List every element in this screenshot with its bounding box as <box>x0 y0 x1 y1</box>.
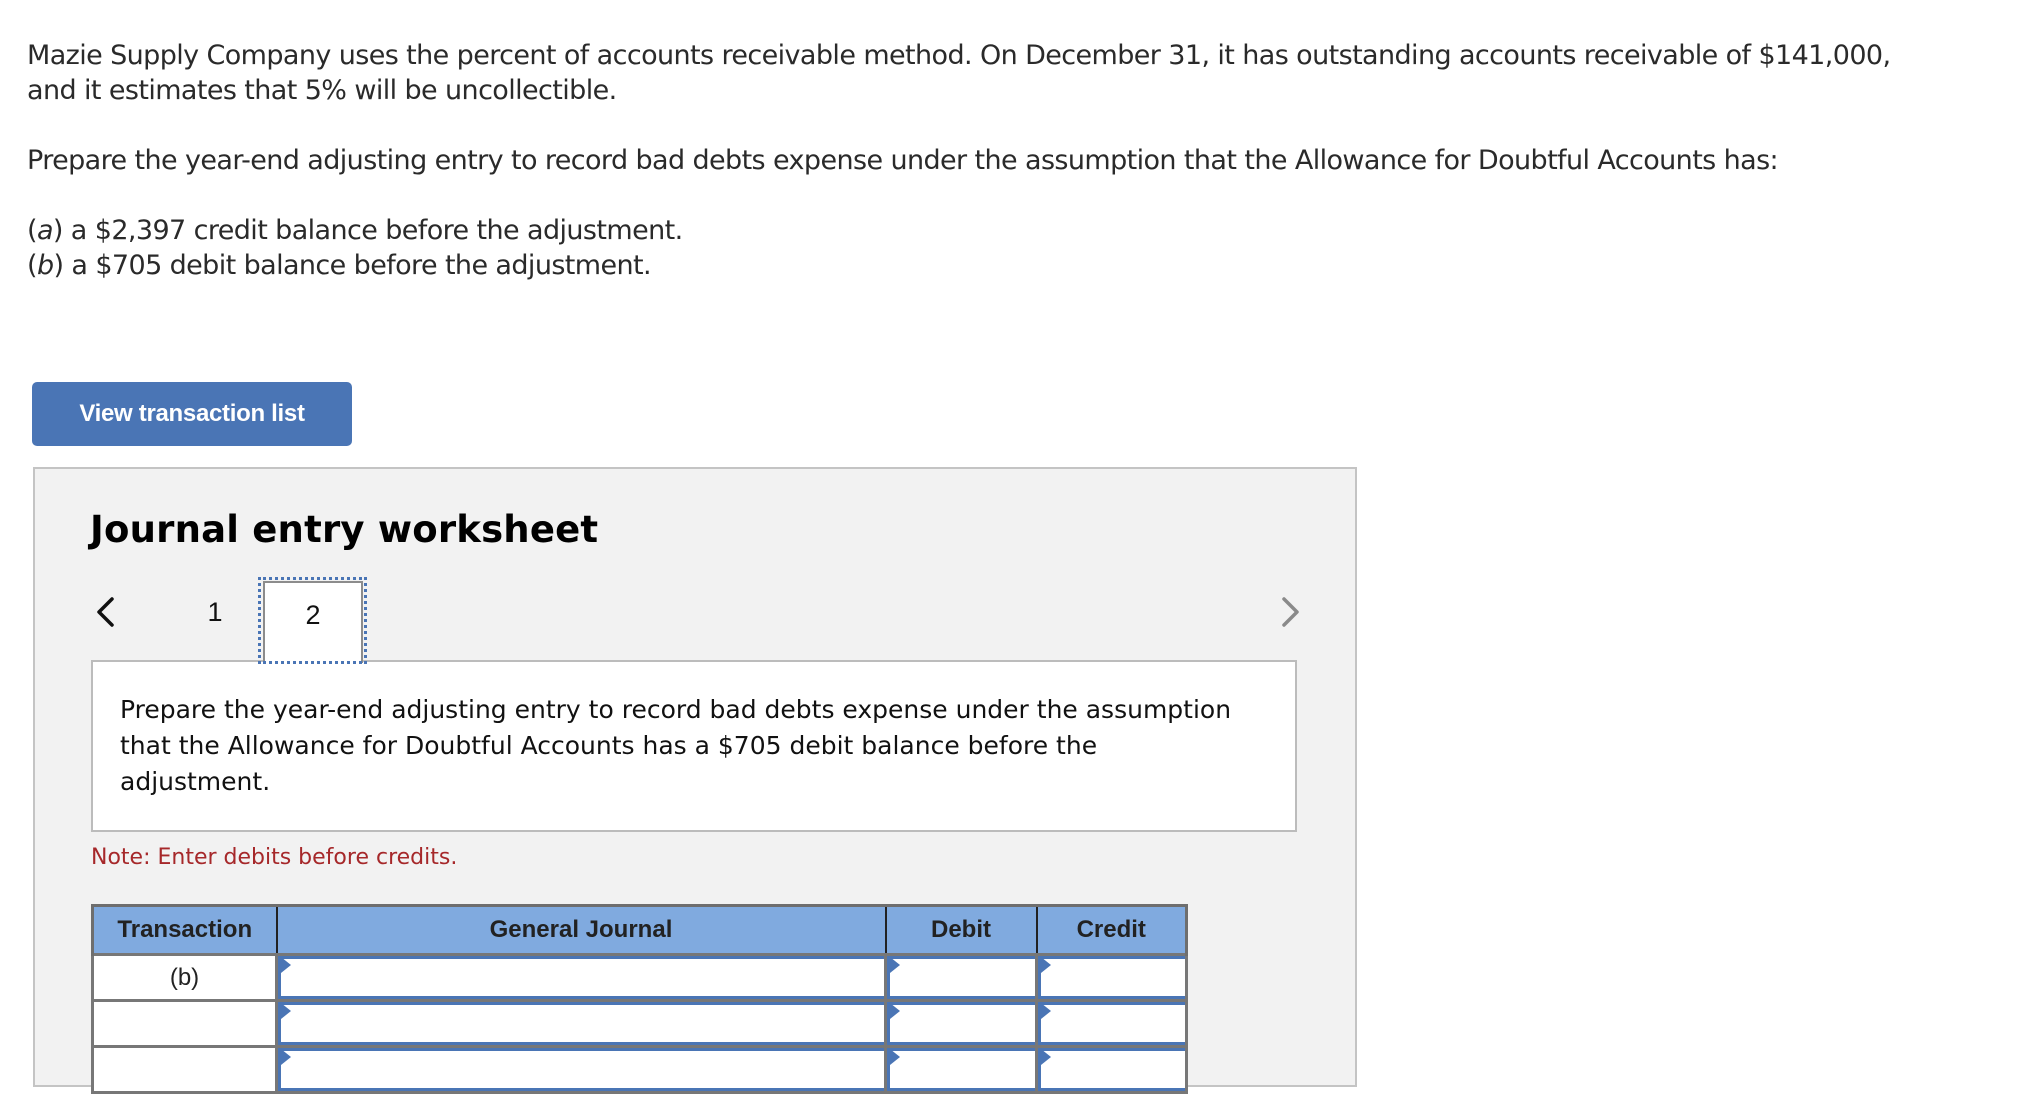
header-credit: Credit <box>1035 904 1188 956</box>
table-row: (b) <box>91 953 1188 1002</box>
general-journal-cell <box>275 999 887 1048</box>
question-text: Mazie Supply Company uses the percent of… <box>27 38 1897 283</box>
chevron-right-icon <box>1282 597 1299 627</box>
part-text: a $2,397 credit balance before the adjus… <box>62 215 683 246</box>
header-transaction: Transaction <box>91 904 278 956</box>
table-row <box>91 1045 1188 1094</box>
general-journal-dropdown[interactable] <box>278 1002 884 1045</box>
instruction-text: Prepare the year-end adjusting entry to … <box>120 695 1232 796</box>
input-indicator-icon <box>1041 1049 1051 1065</box>
part-text: a $705 debit balance before the adjustme… <box>63 250 651 281</box>
general-journal-cell <box>275 953 887 1002</box>
instruction-box: Prepare the year-end adjusting entry to … <box>91 660 1297 832</box>
journal-table: Transaction General Journal Debit Credit… <box>91 904 1188 1094</box>
credit-cell <box>1035 999 1188 1048</box>
general-journal-dropdown[interactable] <box>278 956 884 999</box>
general-journal-dropdown[interactable] <box>278 1048 884 1091</box>
input-indicator-icon <box>890 1049 900 1065</box>
tab-1[interactable]: 1 <box>200 590 230 634</box>
debit-cell <box>884 1045 1038 1094</box>
header-general-journal: General Journal <box>275 904 887 956</box>
table-header-row: Transaction General Journal Debit Credit <box>91 904 1188 956</box>
question-paragraph-2: Prepare the year-end adjusting entry to … <box>27 145 1779 176</box>
question-paragraph-1: Mazie Supply Company uses the percent of… <box>27 40 1891 106</box>
question-part-a: (a) a $2,397 credit balance before the a… <box>27 215 683 246</box>
table-row <box>91 999 1188 1048</box>
dropdown-indicator-icon <box>281 1003 291 1019</box>
tab-2-active[interactable]: 2 <box>263 581 363 663</box>
question-part-b: (b) a $705 debit balance before the adju… <box>27 250 652 281</box>
chevron-left-icon <box>97 597 114 627</box>
credit-input[interactable] <box>1038 1002 1185 1045</box>
prev-button[interactable] <box>92 594 122 630</box>
credit-cell <box>1035 1045 1188 1094</box>
input-indicator-icon <box>1041 957 1051 973</box>
credit-input[interactable] <box>1038 956 1185 999</box>
credit-input[interactable] <box>1038 1048 1185 1091</box>
part-letter: a <box>36 215 54 246</box>
question-parts: (a) a $2,397 credit balance before the a… <box>27 213 1897 283</box>
dropdown-indicator-icon <box>281 1049 291 1065</box>
transaction-cell: (b) <box>91 953 278 1002</box>
transaction-cell <box>91 1045 278 1094</box>
debit-input[interactable] <box>887 956 1035 999</box>
dropdown-indicator-icon <box>281 957 291 973</box>
debit-cell <box>884 953 1038 1002</box>
credit-cell <box>1035 953 1188 1002</box>
worksheet-title: Journal entry worksheet <box>90 508 599 551</box>
view-transaction-list-button[interactable]: View transaction list <box>32 382 352 446</box>
input-indicator-icon <box>1041 1003 1051 1019</box>
note-text: Note: Enter debits before credits. <box>91 845 458 870</box>
header-debit: Debit <box>884 904 1038 956</box>
part-letter: b <box>36 250 54 281</box>
next-button[interactable] <box>1274 594 1304 630</box>
general-journal-cell <box>275 1045 887 1094</box>
debit-cell <box>884 999 1038 1048</box>
transaction-cell <box>91 999 278 1048</box>
debit-input[interactable] <box>887 1048 1035 1091</box>
input-indicator-icon <box>890 1003 900 1019</box>
debit-input[interactable] <box>887 1002 1035 1045</box>
input-indicator-icon <box>890 957 900 973</box>
